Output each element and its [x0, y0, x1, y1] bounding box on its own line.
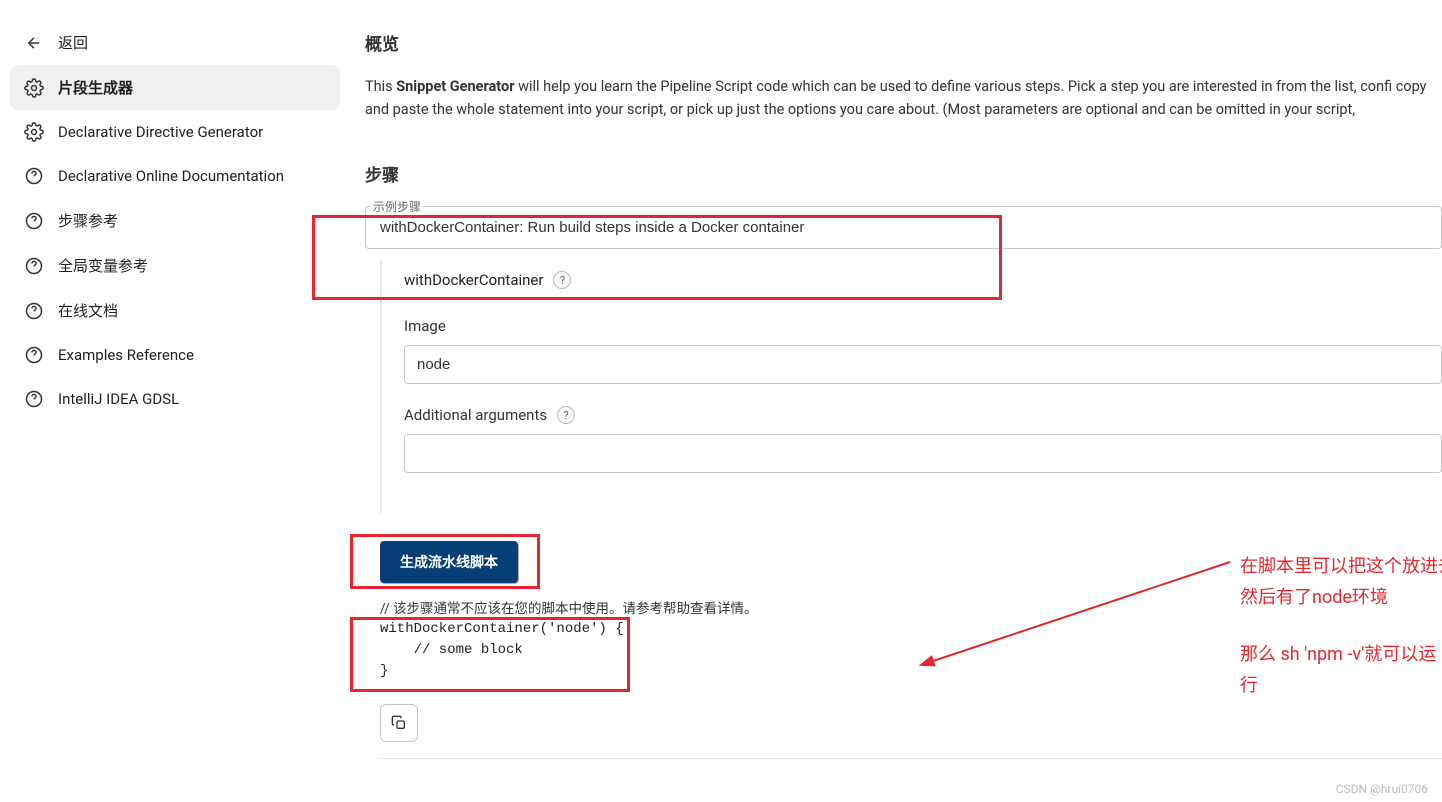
copy-icon	[391, 715, 407, 731]
help-icon	[24, 211, 44, 231]
step-float-label: 示例步骤	[371, 198, 423, 215]
help-icon	[24, 256, 44, 276]
steps-title: 步骤	[365, 161, 1442, 186]
sidebar: 返回 片段生成器 Declarative Directive Generator…	[0, 0, 350, 802]
sidebar-item-back[interactable]: 返回	[10, 20, 340, 65]
sidebar-item-label: 全局变量参考	[58, 255, 148, 276]
sidebar-item-intellij[interactable]: IntelliJ IDEA GDSL	[10, 377, 340, 421]
sidebar-item-directive-generator[interactable]: Declarative Directive Generator	[10, 110, 340, 154]
divider	[380, 758, 1442, 759]
sidebar-item-online-doc-cn[interactable]: 在线文档	[10, 288, 340, 333]
sidebar-item-label: Declarative Online Documentation	[58, 167, 284, 185]
intro-text: This Snippet Generator will help you lea…	[365, 75, 1442, 121]
sidebar-item-snippet-generator[interactable]: 片段生成器	[10, 65, 340, 110]
overview-title: 概览	[365, 30, 1442, 55]
gear-icon	[24, 78, 44, 98]
main-content: 概览 This Snippet Generator will help you …	[350, 0, 1442, 802]
annotation-text: 那么 sh 'npm -v'就可以运行	[1240, 640, 1442, 701]
back-icon	[24, 33, 44, 53]
image-input[interactable]	[404, 345, 1442, 384]
sidebar-item-label: 片段生成器	[58, 77, 133, 98]
annotation-box	[312, 215, 1002, 300]
sidebar-item-label: Declarative Directive Generator	[58, 123, 263, 141]
help-icon	[24, 389, 44, 409]
help-icon	[24, 301, 44, 321]
watermark: CSDN @hrui0706	[1336, 782, 1428, 796]
annotation-text: 在脚本里可以把这个放进去 然后有了node环境	[1240, 552, 1442, 613]
sidebar-item-step-ref[interactable]: 步骤参考	[10, 198, 340, 243]
sidebar-item-label: 在线文档	[58, 300, 118, 321]
sidebar-item-global-var[interactable]: 全局变量参考	[10, 243, 340, 288]
sidebar-item-label: IntelliJ IDEA GDSL	[58, 390, 179, 408]
help-icon	[24, 345, 44, 365]
sidebar-item-online-docs[interactable]: Declarative Online Documentation	[10, 154, 340, 198]
args-input[interactable]	[404, 434, 1442, 473]
annotation-box	[350, 534, 540, 589]
sidebar-item-label: Examples Reference	[58, 346, 194, 364]
annotation-box	[350, 617, 630, 692]
gear-icon	[24, 122, 44, 142]
sidebar-item-examples[interactable]: Examples Reference	[10, 333, 340, 377]
help-icon[interactable]: ?	[557, 406, 575, 424]
args-label: Additional arguments ?	[404, 406, 1442, 424]
sidebar-item-label: 返回	[58, 32, 88, 53]
copy-button[interactable]	[380, 704, 418, 742]
help-icon	[24, 166, 44, 186]
sidebar-item-label: 步骤参考	[58, 210, 118, 231]
image-label: Image	[404, 317, 1442, 335]
